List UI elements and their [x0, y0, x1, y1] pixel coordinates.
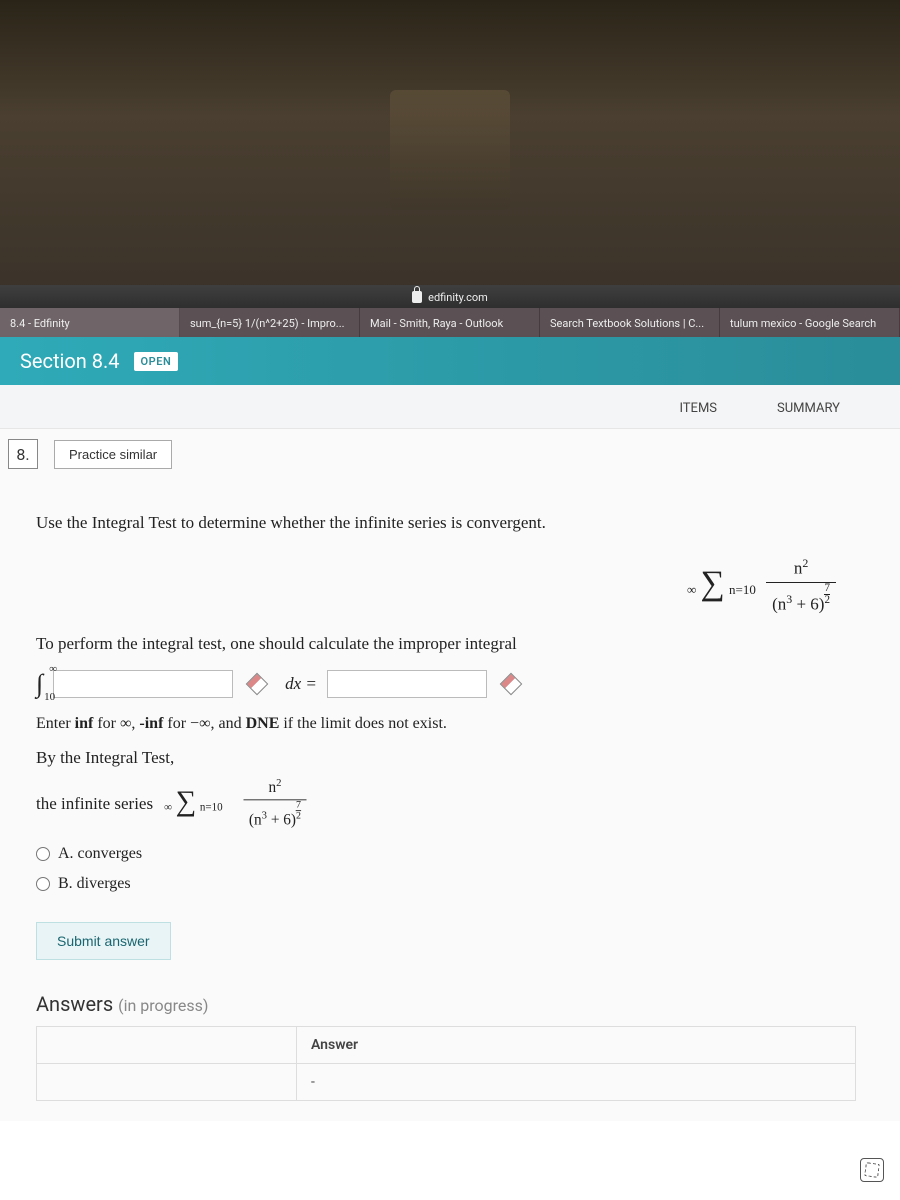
assignment-nav: ITEMS SUMMARY	[0, 385, 900, 429]
option-converges[interactable]: A. converges	[36, 841, 866, 867]
pencil-icon[interactable]	[246, 673, 269, 696]
nav-items[interactable]: ITEMS	[679, 401, 717, 416]
tab-edfinity[interactable]: 8.4 - Edfinity	[0, 308, 180, 338]
answers-col-blank	[37, 1027, 297, 1064]
radio-converges[interactable]	[36, 847, 50, 861]
pencil-icon[interactable]	[500, 673, 523, 696]
browser-tab-strip: 8.4 - Edfinity sum_{n=5} 1/(n^2+25) - Im…	[0, 308, 900, 338]
lock-icon	[412, 291, 422, 303]
browser-address-bar[interactable]: edfinity.com	[0, 285, 900, 309]
by-integral-test: By the Integral Test,	[36, 744, 866, 771]
dx-equals: dx =	[285, 670, 317, 697]
question-number: 8.	[8, 439, 38, 469]
question-area: 8. Practice similar Use the Integral Tes…	[0, 429, 900, 1121]
answers-col-answer: Answer	[297, 1027, 856, 1064]
input-hint: Enter inf for ∞, -inf for −∞, and DNE if…	[36, 711, 866, 737]
integral-instruction: To perform the integral test, one should…	[36, 630, 866, 657]
tab-chegg[interactable]: Search Textbook Solutions | C...	[540, 308, 720, 338]
integral-input-row: ∫∞10 dx =	[36, 663, 866, 705]
page-content: Section 8.4 OPEN ITEMS SUMMARY 8. Practi…	[0, 337, 900, 1200]
submit-answer-button[interactable]: Submit answer	[36, 922, 171, 960]
radio-diverges[interactable]	[36, 877, 50, 891]
table-row: -	[37, 1064, 856, 1101]
option-diverges[interactable]: B. diverges	[36, 871, 866, 897]
desk-photo-background	[0, 0, 900, 290]
section-header: Section 8.4 OPEN	[0, 337, 900, 385]
series-display: ∞ ∑ n=10 n2 (n3 + 6)72	[36, 554, 836, 618]
practice-similar-button[interactable]: Practice similar	[54, 440, 172, 469]
answers-table: Answer -	[36, 1026, 856, 1101]
question-prompt: Use the Integral Test to determine wheth…	[36, 509, 866, 536]
tab-google[interactable]: tulum mexico - Google Search	[720, 308, 900, 338]
section-title: Section 8.4	[20, 349, 120, 373]
integrand-input[interactable]	[53, 670, 233, 698]
feedback-icon[interactable]	[860, 1158, 884, 1182]
answers-heading: Answers (in progress)	[8, 992, 876, 1026]
open-badge: OPEN	[134, 352, 179, 371]
address-url: edfinity.com	[428, 291, 488, 304]
tab-wolfram[interactable]: sum_{n=5} 1/(n^2+25) - Impro...	[180, 308, 360, 338]
series-restate: the infinite series ∞ ∑ n=10 n2 (n3 + 6)…	[36, 771, 866, 835]
integral-value-input[interactable]	[327, 670, 487, 698]
nav-summary[interactable]: SUMMARY	[777, 401, 840, 416]
integral-symbol: ∫∞10	[36, 663, 43, 705]
tab-outlook[interactable]: Mail - Smith, Raya - Outlook	[360, 308, 540, 338]
